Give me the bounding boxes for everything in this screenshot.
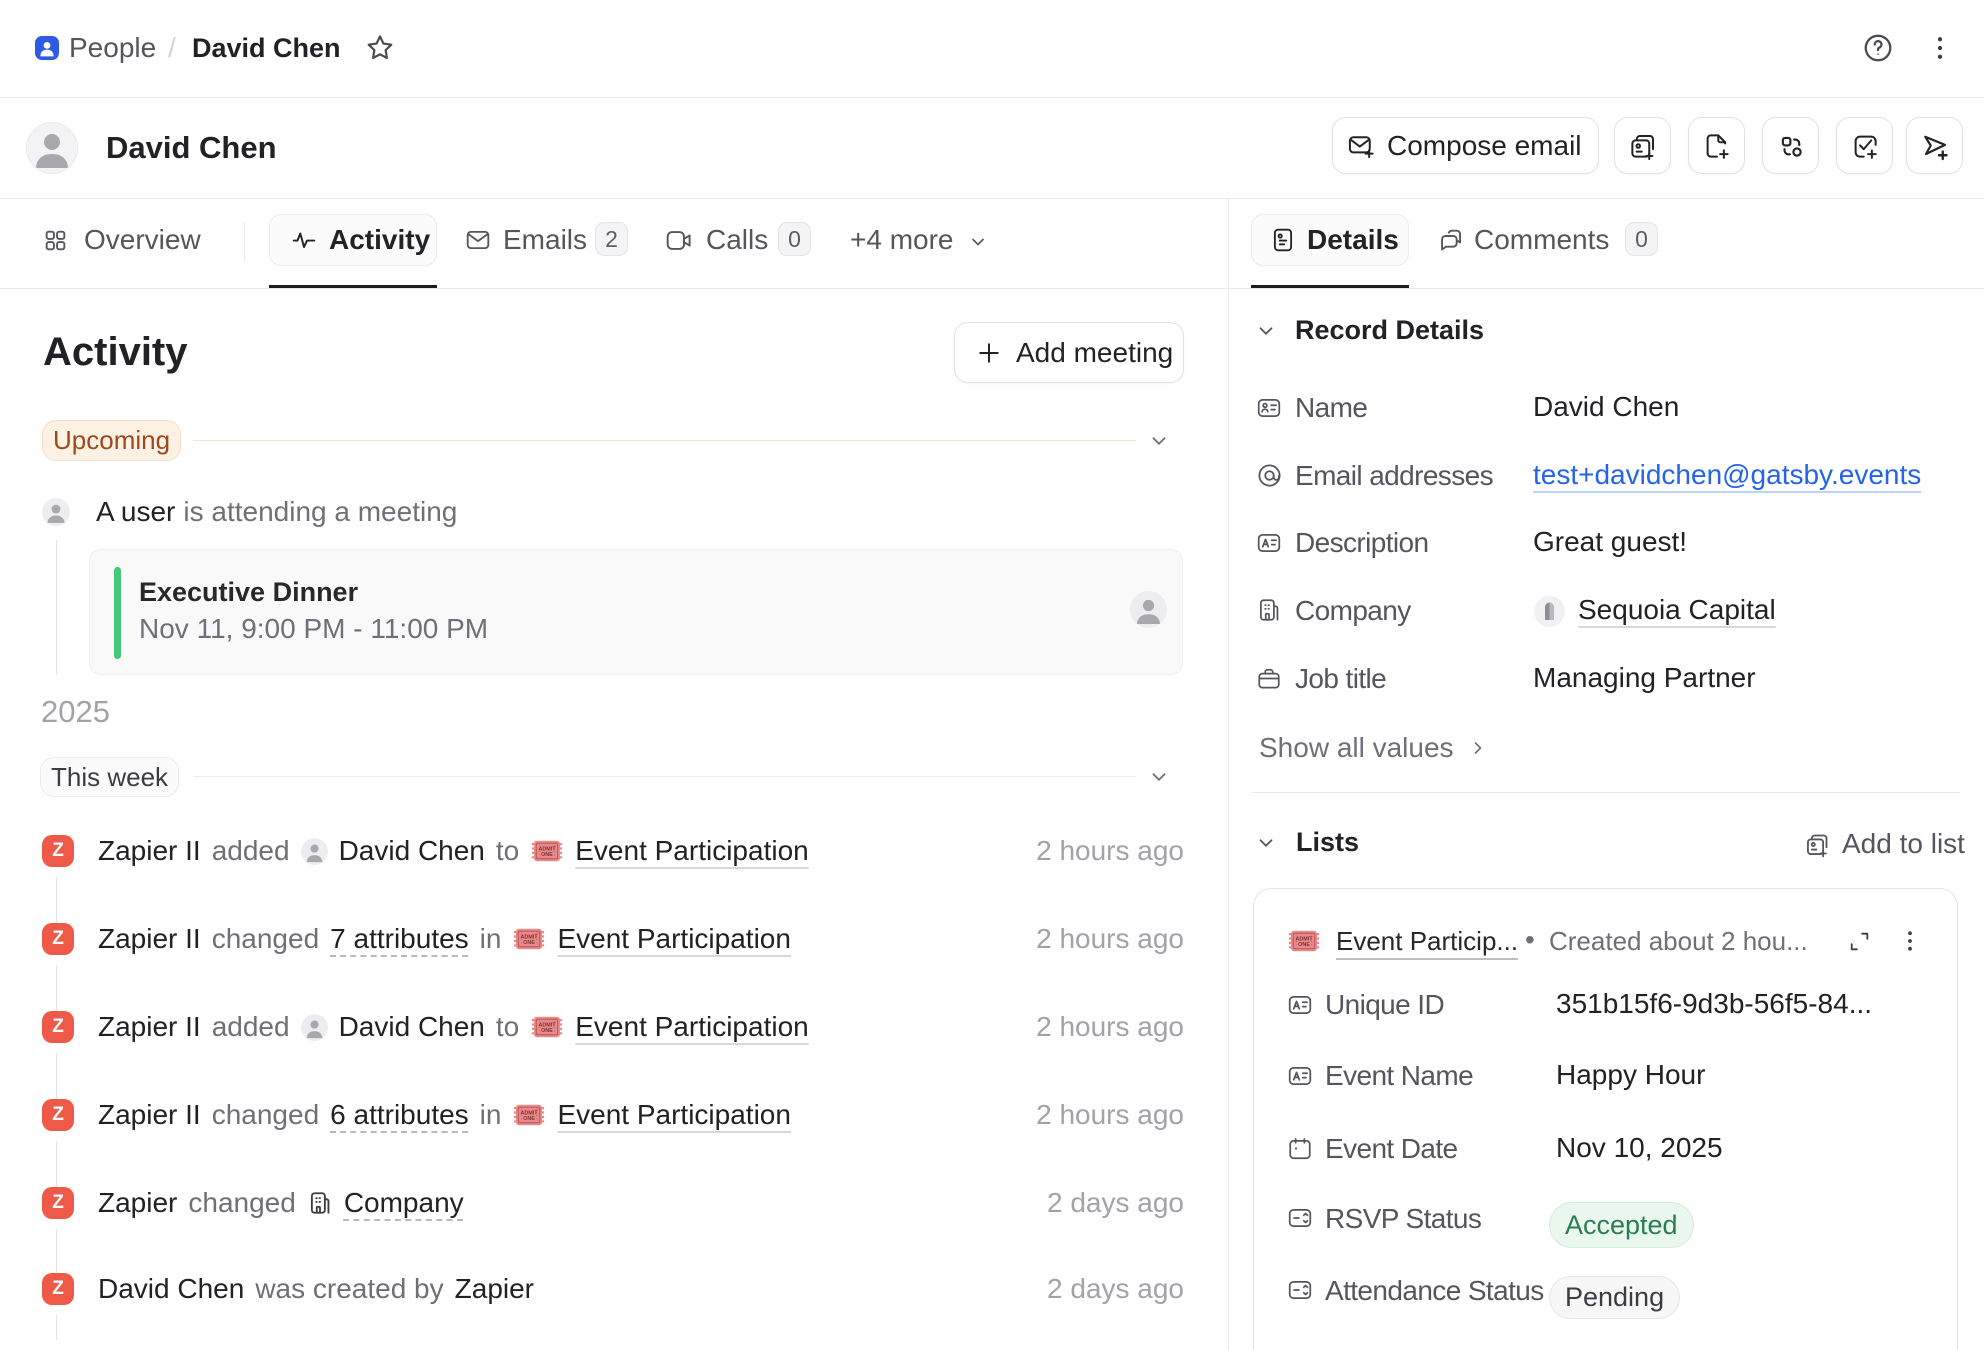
svg-text:ONE: ONE bbox=[524, 1116, 536, 1122]
svg-text:ONE: ONE bbox=[541, 1028, 553, 1034]
svg-text:ONE: ONE bbox=[541, 852, 553, 858]
svg-text:ONE: ONE bbox=[524, 940, 536, 946]
svg-text:ONE: ONE bbox=[1298, 942, 1310, 948]
